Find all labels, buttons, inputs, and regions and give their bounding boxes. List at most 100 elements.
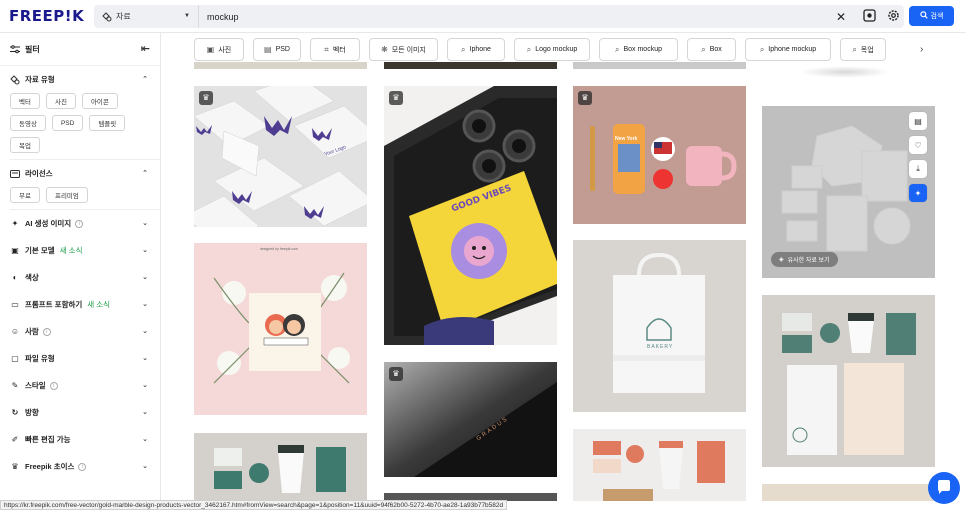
green-stationery-illustration (762, 295, 935, 467)
asset-type-title: 자료 유형 (25, 75, 55, 84)
filter-section: ↻ 방향 ⌄ (0, 399, 160, 426)
premium-badge: ♛ (578, 91, 592, 105)
chevron-down-icon: ⌄ (142, 436, 148, 443)
image-tile-partial[interactable] (762, 484, 935, 501)
image-tile-business-cards[interactable]: Your Logo ♛ (194, 86, 367, 227)
similar-assets-button[interactable]: ◈ 유사한 자료 보기 (770, 251, 839, 268)
asset-type-chip[interactable]: PSD (51, 115, 84, 131)
psd-icon: ▤ (264, 45, 272, 54)
asset-type-chip[interactable]: 동영상 (10, 115, 46, 131)
filter-section-header[interactable]: ▣ 기본 모델 새 소식 ⌄ (10, 237, 160, 264)
search-icon: ⌕ (701, 44, 706, 54)
search-icon: ⌕ (526, 44, 532, 54)
asset-type-header[interactable]: 자료 유형 ⌃ (10, 66, 160, 93)
filter-section-header[interactable]: ✦ AI 생성 이미지 i ⌄ (10, 210, 160, 237)
filter-pill-label: Logo mockup (535, 46, 578, 53)
heart-icon[interactable]: ♡ (909, 136, 927, 154)
filter-pill-label: 벡터 (332, 46, 346, 54)
filter-pill-label: 모든 이미지 (391, 46, 426, 54)
settings-icon[interactable] (886, 8, 900, 22)
filter-section: ◐ 색상 ⌄ (0, 264, 160, 291)
info-icon[interactable]: i (49, 381, 58, 390)
tile-credit-text: designed by freepik.com (260, 247, 298, 251)
filter-section-header[interactable]: ↻ 방향 ⌄ (10, 399, 160, 426)
black-book-illustration (384, 362, 557, 477)
filter-section-header[interactable]: ▭ 프롬프트 포함하기 새 소식 ⌄ (10, 291, 160, 318)
asset-type-chip[interactable]: 목업 (10, 137, 40, 153)
ai-edit-icon[interactable]: ✦ (909, 184, 927, 202)
license-chip[interactable]: 무료 (10, 187, 40, 203)
info-icon[interactable]: i (75, 219, 84, 228)
image-tile-partial[interactable] (194, 62, 367, 69)
asset-type-chip[interactable]: 템플릿 (89, 115, 126, 131)
asset-type-chip[interactable]: 사진 (45, 93, 76, 109)
image-tile-invitation[interactable]: designed by freepik.com (194, 243, 367, 415)
filter-section-header[interactable]: ♛ Freepik 초이스 i ⌄ (10, 453, 160, 480)
image-tile-newyork-set[interactable]: New York ♛ (573, 86, 746, 224)
filter-section-header[interactable]: ☺ 사람 i ⌄ (10, 318, 160, 345)
filter-pill[interactable]: ⌕ Box (687, 38, 736, 61)
filter-pill[interactable]: ⌕ Iphone mockup (745, 38, 831, 61)
layers-icon: ◈ (779, 257, 784, 263)
filter-pill[interactable]: ❋ 모든 이미지 (369, 38, 438, 61)
chevron-right-icon[interactable]: › (920, 44, 923, 55)
image-shadow (800, 66, 890, 78)
clear-icon[interactable]: ✕ (836, 10, 846, 24)
filter-pill[interactable]: ⌕ Logo mockup (514, 38, 590, 61)
chevron-up-icon: ⌃ (142, 170, 148, 177)
image-tile-partial[interactable] (384, 62, 557, 69)
new-badge: 새 소식 (87, 300, 111, 309)
image-tile-cafe-set[interactable] (194, 433, 367, 501)
filter-header: 필터 ⇤ (0, 33, 160, 66)
filter-pill[interactable]: ▣ 사진 (194, 38, 244, 61)
filter-pill-row: ▣ 사진 ▤ PSD ⌗ 벡터 ❋ 모든 이미지 ⌕ Iphone ⌕ Logo mockup ⌕ Box… (194, 38, 886, 61)
chat-button[interactable] (928, 472, 960, 504)
business-cards-illustration (194, 86, 367, 227)
collection-icon[interactable]: ▤ (909, 112, 927, 130)
image-tile-black-book[interactable]: GRADUS ♛ (384, 362, 557, 477)
asset-type-chip[interactable]: 벡터 (10, 93, 40, 109)
image-tile-marble[interactable]: ▤ ♡ ⤓ ✦ ◈ 유사한 자료 보기 (762, 106, 935, 278)
filter-section-header[interactable]: ▢ 파일 유형 ⌄ (10, 345, 160, 372)
filter-section-icon: ↻ (11, 408, 19, 417)
image-tile-paper-bag[interactable]: BAKERY (573, 240, 746, 412)
filter-title: 필터 (25, 44, 40, 54)
search-button[interactable]: 검색 (909, 6, 954, 26)
filter-section-title: AI 생성 이미지 (25, 219, 72, 228)
filter-pill[interactable]: ⌕ Box mockup (599, 38, 678, 61)
filter-section-header[interactable]: ◐ 색상 ⌄ (10, 264, 160, 291)
search-icon: ⌕ (852, 44, 857, 54)
license-header[interactable]: 라이선스 ⌃ (10, 160, 160, 187)
filter-section-header[interactable]: ✐ 빠른 편집 가능 ⌄ (10, 426, 160, 453)
top-bar: FREEP!K 자료 ▼ ✕ 검색 (0, 0, 966, 33)
new-badge: 새 소식 (59, 246, 83, 255)
image-tile-partial[interactable] (573, 62, 746, 69)
license-title: 라이선스 (25, 169, 53, 178)
filter-pill-label: PSD (275, 46, 290, 53)
info-icon[interactable]: i (42, 327, 51, 336)
info-icon[interactable]: i (78, 462, 87, 471)
filter-pill[interactable]: ⌗ 벡터 (310, 38, 360, 61)
freepik-logo[interactable]: FREEP!K (9, 7, 84, 25)
filter-section-title: Freepik 초이스 (25, 462, 75, 471)
filter-pill-label: Box (709, 46, 722, 53)
search-input[interactable] (199, 5, 904, 28)
image-tile-red-cafe-set[interactable] (573, 429, 746, 501)
filter-section-title: 방향 (25, 408, 39, 417)
filter-section-header[interactable]: ✎ 스타일 i ⌄ (10, 372, 160, 399)
crown-icon: ♛ (202, 93, 210, 102)
image-search-icon[interactable] (862, 8, 876, 22)
download-icon[interactable]: ⤓ (909, 160, 927, 178)
license-chip[interactable]: 프리미엄 (45, 187, 88, 203)
filter-pill-label: 사진 (218, 46, 232, 54)
chevron-down-icon: ⌄ (142, 355, 148, 362)
asset-type-select[interactable]: 자료 ▼ (94, 5, 199, 28)
filter-pill[interactable]: ⌕ 목업 (840, 38, 886, 61)
filter-pill[interactable]: ⌕ Iphone (447, 38, 505, 61)
asset-type-chip[interactable]: 아이콘 (81, 93, 118, 109)
image-tile-phone[interactable]: GOOD VIBES ♛ (384, 86, 557, 345)
image-tile-green-stationery[interactable] (762, 295, 935, 467)
filter-section: ▢ 파일 유형 ⌄ (0, 345, 160, 372)
filter-pill[interactable]: ▤ PSD (253, 38, 301, 61)
collapse-sidebar-icon[interactable]: ⇤ (141, 42, 150, 55)
